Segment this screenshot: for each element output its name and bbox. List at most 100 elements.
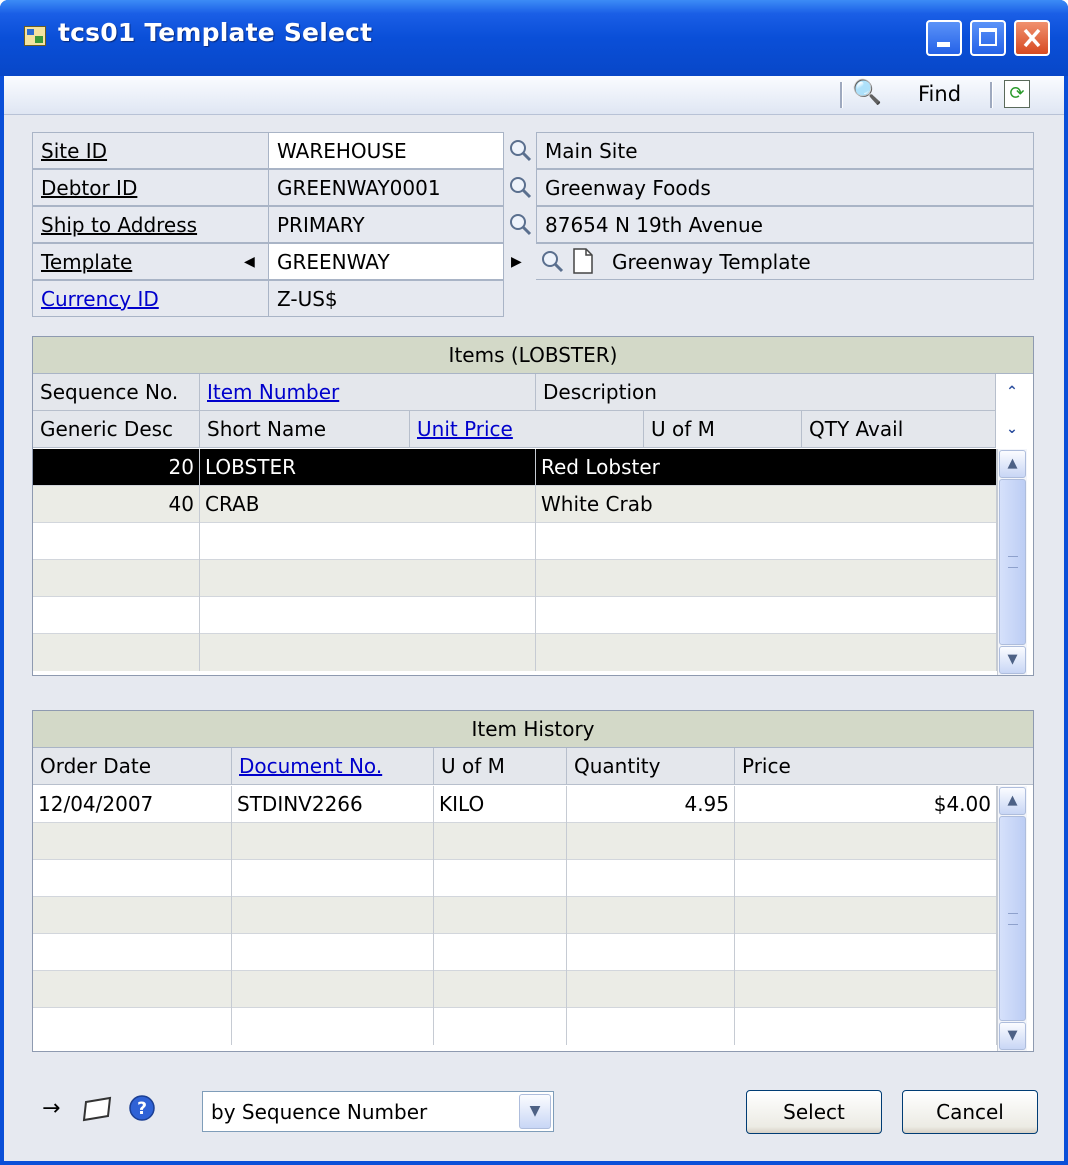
scroll-thumb[interactable] [999, 816, 1026, 1021]
find-button[interactable]: Find [918, 82, 961, 106]
maximize-button[interactable] [970, 20, 1006, 56]
table-row[interactable] [33, 971, 997, 1008]
cell-quantity [567, 1008, 735, 1045]
lookup-icon[interactable] [508, 175, 532, 199]
lookup-icon[interactable] [508, 212, 532, 236]
note-icon[interactable] [80, 1096, 116, 1122]
scroll-up-icon[interactable]: ▲ [999, 450, 1026, 478]
cell-order-date [33, 897, 232, 934]
template-description-field: Greenway Template [536, 243, 1034, 280]
header-price[interactable]: Price [735, 748, 1033, 785]
ship-to-description: 87654 N 19th Avenue [536, 206, 1034, 243]
cell-description: White Crab [536, 486, 997, 523]
cell-price [735, 971, 997, 1008]
window-client: 🔍 Find ⟳ Site ID WAREHOUSE Main Site Deb… [4, 76, 1064, 1161]
cell-item-number [200, 597, 536, 634]
close-icon [1023, 28, 1041, 48]
currency-id-input: Z-US$ [268, 280, 504, 317]
table-row[interactable] [33, 560, 997, 597]
header-generic-desc[interactable]: Generic Desc [33, 411, 200, 448]
table-row[interactable] [33, 823, 997, 860]
currency-id-label[interactable]: Currency ID [32, 280, 268, 317]
cell-u-of-m: KILO [434, 786, 567, 823]
grip-icon [1008, 556, 1018, 568]
scroll-down-icon[interactable]: ▼ [999, 1022, 1026, 1050]
cell-price [735, 934, 997, 971]
table-row[interactable] [33, 934, 997, 971]
table-row[interactable] [33, 1008, 997, 1045]
chevron-down-icon[interactable]: ▼ [519, 1094, 551, 1129]
site-id-input[interactable]: WAREHOUSE [268, 132, 504, 169]
cell-document-no [232, 823, 434, 860]
header-u-of-m[interactable]: U of M [644, 411, 802, 448]
table-row[interactable] [33, 597, 997, 634]
table-row[interactable]: 12/04/2007 STDINV2266 KILO 4.95 $4.00 [33, 786, 997, 823]
minimize-button[interactable] [926, 20, 962, 56]
template-input[interactable]: GREENWAY [268, 243, 504, 280]
cell-price: $4.00 [735, 786, 997, 823]
lookup-icon[interactable] [508, 138, 532, 162]
site-id-description: Main Site [536, 132, 1034, 169]
cell-order-date: 12/04/2007 [33, 786, 232, 823]
debtor-id-label[interactable]: Debtor ID [32, 169, 268, 206]
binoculars-icon[interactable]: 🔍 [852, 78, 882, 106]
table-row[interactable]: 40 CRAB White Crab [33, 486, 997, 523]
cell-quantity [567, 934, 735, 971]
table-row[interactable] [33, 523, 997, 560]
select-button[interactable]: Select [746, 1090, 882, 1134]
svg-text:?: ? [137, 1099, 147, 1119]
items-scrollbar[interactable]: ▲ ▼ [997, 449, 1027, 675]
header-short-name[interactable]: Short Name [200, 411, 410, 448]
cell-quantity [567, 897, 735, 934]
lookup-icon[interactable] [540, 249, 564, 273]
header-item-number[interactable]: Item Number [200, 374, 536, 411]
cell-item-number: LOBSTER [200, 449, 536, 486]
cell-sequence [33, 523, 200, 560]
site-id-label[interactable]: Site ID [32, 132, 268, 169]
collapse-rows-icon[interactable]: ⌃ [999, 378, 1025, 406]
help-icon[interactable]: ? [128, 1094, 156, 1122]
table-row[interactable] [33, 634, 997, 671]
next-arrow-icon[interactable]: ▶ [511, 254, 522, 270]
cell-document-no [232, 934, 434, 971]
previous-arrow-icon[interactable]: ◀ [244, 254, 255, 270]
debtor-id-input[interactable]: GREENWAY0001 [268, 169, 504, 206]
ship-to-label[interactable]: Ship to Address [32, 206, 268, 243]
table-row[interactable] [33, 897, 997, 934]
header-u-of-m[interactable]: U of M [434, 748, 567, 785]
cell-u-of-m [434, 860, 567, 897]
toolbar-separator [840, 82, 843, 108]
new-document-icon[interactable] [572, 248, 594, 274]
history-scrollbar[interactable]: ▲ ▼ [997, 786, 1027, 1051]
header-document-no[interactable]: Document No. [232, 748, 434, 785]
cell-item-number [200, 634, 536, 671]
cancel-button[interactable]: Cancel [902, 1090, 1038, 1134]
header-unit-price[interactable]: Unit Price [410, 411, 644, 448]
expand-rows-icon[interactable]: ⌄ [999, 415, 1025, 443]
header-order-date[interactable]: Order Date [33, 748, 232, 785]
cell-u-of-m [434, 1008, 567, 1045]
table-row[interactable]: 20 LOBSTER Red Lobster [33, 449, 997, 486]
items-grid-title: Items (LOBSTER) [33, 337, 1033, 374]
scroll-up-icon[interactable]: ▲ [999, 787, 1026, 815]
cell-order-date [33, 860, 232, 897]
header-qty-avail[interactable]: QTY Avail [802, 411, 996, 448]
header-description[interactable]: Description [536, 374, 996, 411]
title-bar[interactable]: tcs01 Template Select [0, 0, 1068, 76]
cell-document-no: STDINV2266 [232, 786, 434, 823]
header-quantity[interactable]: Quantity [567, 748, 735, 785]
sort-order-select[interactable]: by Sequence Number ▼ [202, 1091, 554, 1132]
cell-quantity [567, 823, 735, 860]
scroll-down-icon[interactable]: ▼ [999, 646, 1026, 674]
ship-to-input[interactable]: PRIMARY [268, 206, 504, 243]
cell-u-of-m [434, 897, 567, 934]
cell-sequence [33, 560, 200, 597]
refresh-icon[interactable]: ⟳ [1004, 80, 1030, 108]
minimize-icon [937, 42, 950, 47]
table-row[interactable] [33, 860, 997, 897]
pin-icon[interactable]: → [42, 1096, 60, 1121]
template-label[interactable]: Template [32, 243, 268, 280]
close-button[interactable] [1014, 20, 1050, 56]
header-sequence-no[interactable]: Sequence No. [33, 374, 200, 411]
scroll-thumb[interactable] [999, 479, 1026, 645]
